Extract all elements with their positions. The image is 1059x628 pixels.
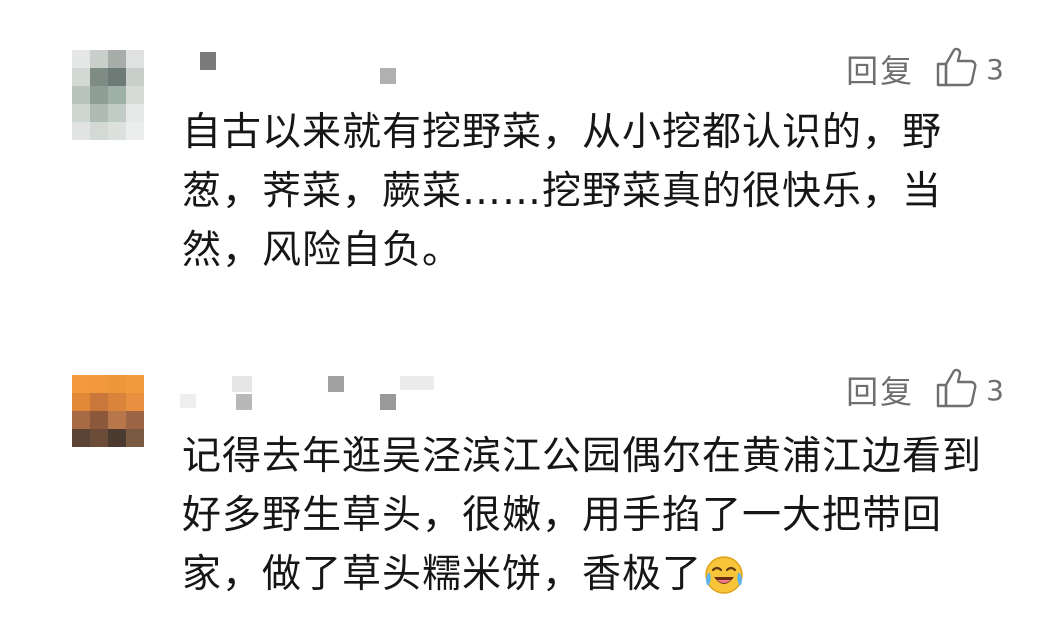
- like-button[interactable]: 3: [936, 47, 1004, 91]
- username-redacted[interactable]: [190, 48, 410, 88]
- like-button[interactable]: 3: [936, 368, 1004, 412]
- reply-button[interactable]: 回复: [846, 367, 914, 413]
- comment-text: 自古以来就有挖野菜，从小挖都认识的，野葱，荠菜，蕨菜……挖野菜真的很快乐，当然，…: [182, 110, 943, 273]
- comment-actions: 回复 3: [846, 47, 1004, 91]
- avatar[interactable]: [72, 50, 144, 140]
- like-count: 3: [986, 373, 1004, 407]
- reply-button[interactable]: 回复: [846, 46, 914, 92]
- thumbs-up-icon: [936, 47, 978, 91]
- comment-text-content: 记得去年逛吴泾滨江公园偶尔在黄浦江边看到好多野生草头，很嫩，用手掐了一大把带回家…: [182, 434, 983, 597]
- comment-actions: 回复 3: [846, 368, 1004, 412]
- username-redacted[interactable]: [180, 372, 440, 412]
- comment-text: 记得去年逛吴泾滨江公园偶尔在黄浦江边看到好多野生草头，很嫩，用手掐了一大把带回家…: [182, 427, 982, 612]
- like-count: 3: [986, 52, 1004, 86]
- thumbs-up-icon: [936, 368, 978, 412]
- laughing-crying-emoji-icon: [704, 553, 744, 612]
- avatar[interactable]: [72, 375, 144, 447]
